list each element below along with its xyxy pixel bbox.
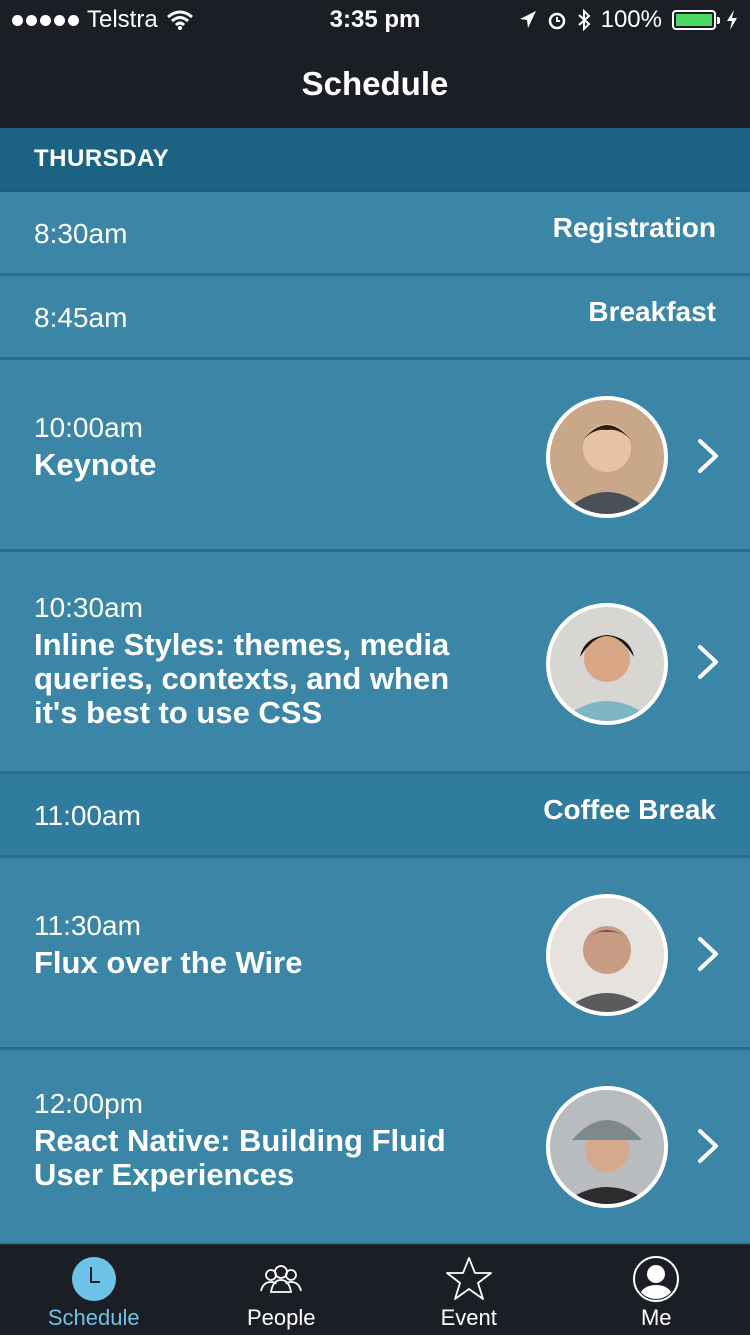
- row-time: 12:00pm: [34, 1088, 494, 1120]
- nav-bar: Schedule: [0, 40, 750, 128]
- row-time: 8:45am: [34, 302, 127, 334]
- schedule-row-breakfast: 8:45am Breakfast: [0, 276, 750, 360]
- bluetooth-icon: [577, 9, 591, 31]
- tab-label: Me: [641, 1305, 672, 1331]
- schedule-row-coffee-break: 11:00am Coffee Break: [0, 774, 750, 858]
- row-title: React Native: Building Fluid User Experi…: [34, 1124, 494, 1192]
- star-icon: [445, 1255, 493, 1303]
- clock-icon: [70, 1255, 118, 1303]
- row-time: 10:00am: [34, 412, 494, 444]
- chevron-right-icon: [694, 936, 722, 972]
- section-header-day: THURSDAY: [0, 128, 750, 192]
- schedule-row-registration: 8:30am Registration: [0, 192, 750, 276]
- row-title: Breakfast: [588, 296, 716, 328]
- row-title: Registration: [553, 212, 716, 244]
- speaker-avatar: [546, 1086, 668, 1208]
- schedule-row-inline-styles[interactable]: 10:30am Inline Styles: themes, media que…: [0, 552, 750, 774]
- row-title: Keynote: [34, 448, 494, 482]
- row-title: Flux over the Wire: [34, 946, 494, 980]
- speaker-avatar: [546, 396, 668, 518]
- schedule-row-react-native[interactable]: 12:00pm React Native: Building Fluid Use…: [0, 1050, 750, 1244]
- row-title: Inline Styles: themes, media queries, co…: [34, 628, 494, 730]
- charging-icon: [726, 10, 738, 30]
- battery-percent: 100%: [601, 6, 662, 34]
- schedule-list[interactable]: THURSDAY 8:30am Registration 8:45am Brea…: [0, 128, 750, 1244]
- tab-event[interactable]: Event: [375, 1245, 563, 1335]
- row-title: Coffee Break: [543, 794, 716, 826]
- page-title: Schedule: [302, 65, 449, 103]
- row-time: 8:30am: [34, 218, 127, 250]
- schedule-row-keynote[interactable]: 10:00am Keynote: [0, 360, 750, 552]
- row-time: 11:00am: [34, 800, 141, 832]
- tab-label: People: [247, 1305, 316, 1331]
- row-time: 10:30am: [34, 592, 494, 624]
- speaker-avatar: [546, 603, 668, 725]
- tab-label: Event: [441, 1305, 497, 1331]
- battery-icon: [672, 10, 716, 30]
- location-icon: [519, 10, 537, 30]
- speaker-avatar: [546, 894, 668, 1016]
- tab-schedule[interactable]: Schedule: [0, 1245, 188, 1335]
- tab-bar: Schedule People Event Me: [0, 1244, 750, 1335]
- day-label: THURSDAY: [34, 145, 169, 173]
- schedule-row-flux[interactable]: 11:30am Flux over the Wire: [0, 858, 750, 1050]
- alarm-icon: [547, 10, 567, 30]
- chevron-right-icon: [694, 1128, 722, 1164]
- tab-people[interactable]: People: [188, 1245, 376, 1335]
- chevron-right-icon: [694, 438, 722, 474]
- person-icon: [632, 1255, 680, 1303]
- tab-label: Schedule: [48, 1305, 140, 1331]
- row-time: 11:30am: [34, 910, 494, 942]
- chevron-right-icon: [694, 644, 722, 680]
- people-icon: [257, 1255, 305, 1303]
- tab-me[interactable]: Me: [563, 1245, 750, 1335]
- status-bar: Telstra 3:35 pm 100%: [0, 0, 750, 40]
